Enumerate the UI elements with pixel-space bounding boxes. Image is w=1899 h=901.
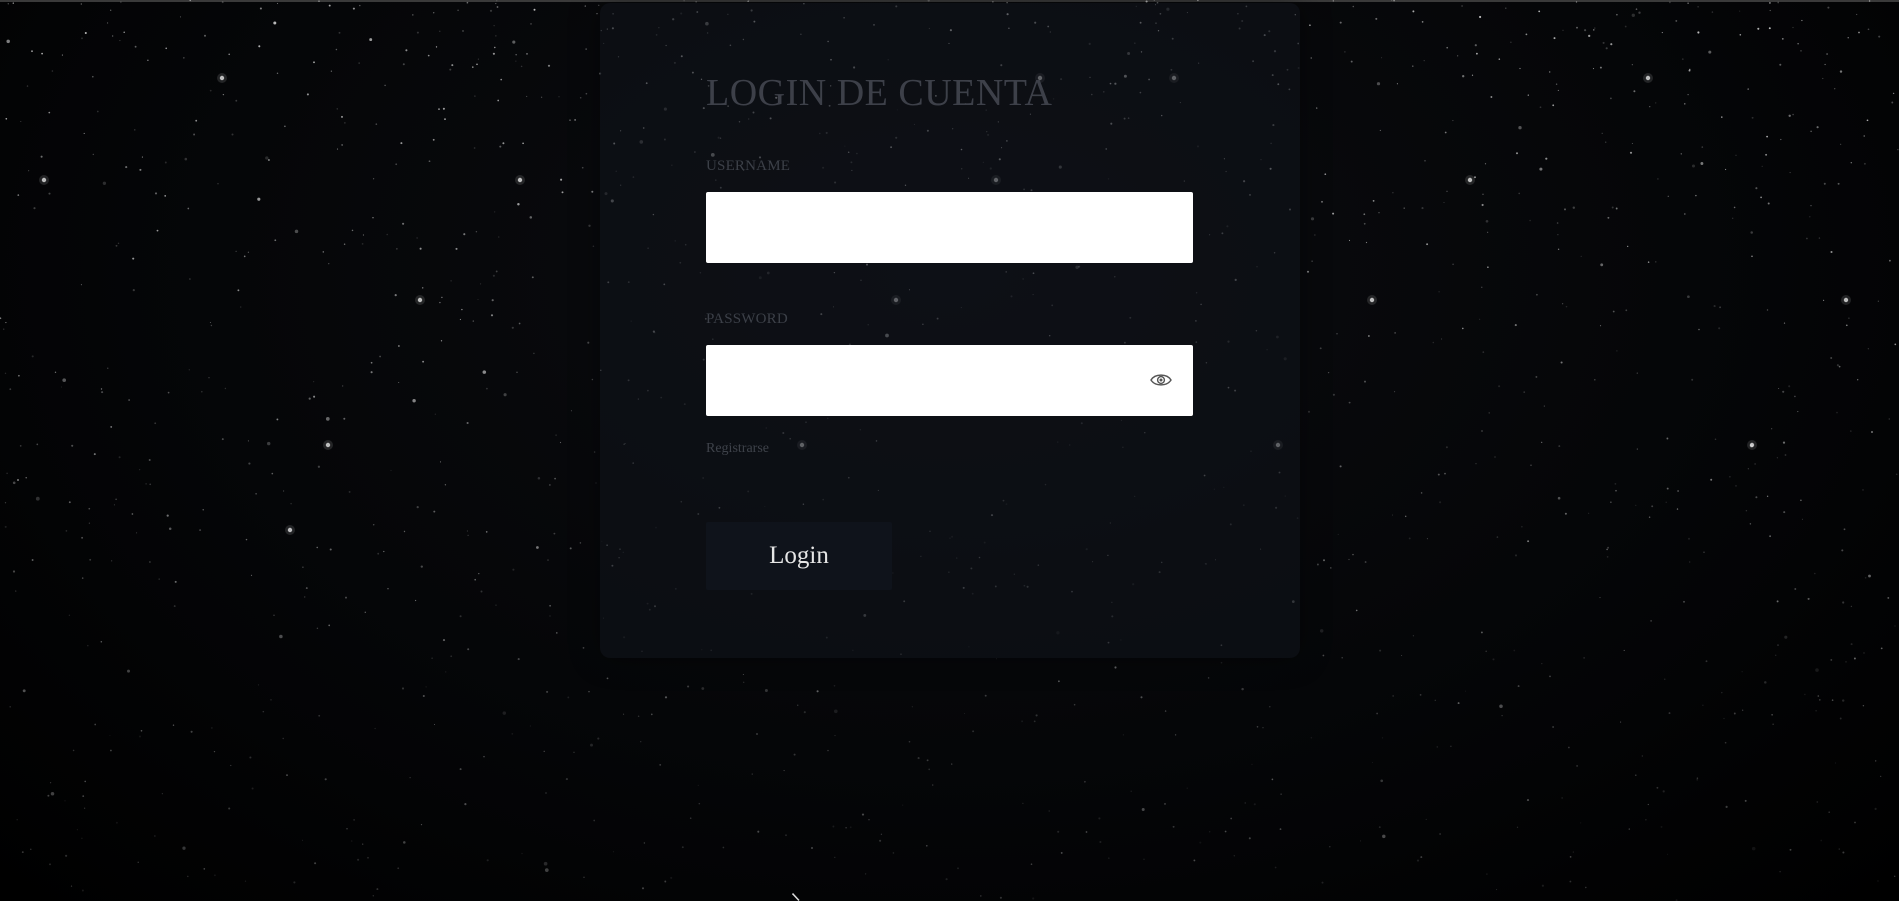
page-title: LOGIN DE CUENTA [706, 72, 1053, 114]
username-field[interactable] [706, 192, 1193, 263]
register-link[interactable]: Registrarse [706, 441, 769, 457]
mouse-cursor-icon [792, 893, 800, 901]
eye-icon[interactable] [1150, 372, 1172, 388]
login-button[interactable]: Login [706, 522, 892, 590]
password-field[interactable] [706, 345, 1193, 416]
password-label: PASSWORD [706, 311, 788, 327]
username-label: USERNAME [706, 158, 791, 174]
login-page: LOGIN DE CUENTA USERNAME PASSWORD Regist… [0, 0, 1899, 901]
login-card: LOGIN DE CUENTA USERNAME PASSWORD Regist… [600, 3, 1300, 658]
